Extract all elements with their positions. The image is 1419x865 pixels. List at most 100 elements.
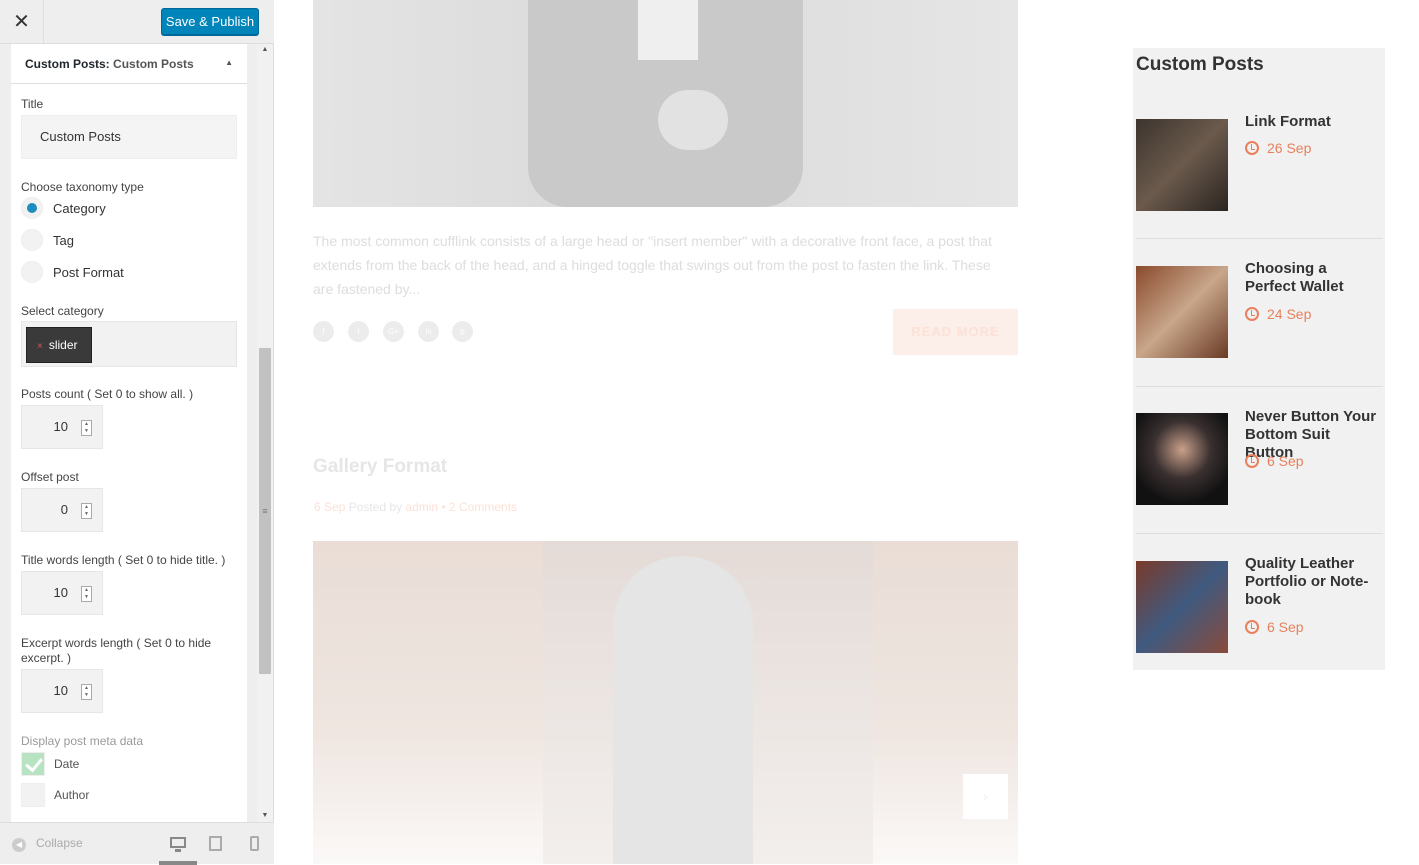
post-author[interactable]: admin — [405, 500, 438, 514]
meta-label: Display post meta data — [21, 734, 144, 748]
customizer-footer: ◀ Collapse — [0, 822, 274, 865]
post-thumbnail[interactable] — [1136, 413, 1228, 505]
radio-post-format-label: Post Format — [53, 265, 124, 280]
custom-posts-widget: Custom Posts Link Format 26 Sep Choosing… — [1133, 48, 1385, 670]
active-device-indicator — [159, 861, 197, 865]
linkedin-icon[interactable]: in — [418, 321, 439, 342]
offset-input[interactable]: 0 ▲ ▼ — [21, 488, 103, 532]
clock-icon — [1245, 620, 1259, 634]
posted-by-label: Posted by — [348, 500, 403, 514]
widget-title: Custom Posts: Custom Posts — [25, 57, 194, 71]
grip-icon: ≡ — [262, 506, 268, 516]
post-date: 6 Sep — [1245, 453, 1304, 469]
clock-icon — [1245, 454, 1259, 468]
list-item: Quality Leather Portfolio or Note-book 6… — [1136, 534, 1383, 682]
twitter-icon[interactable]: t — [348, 321, 369, 342]
stepper-icon[interactable]: ▲ ▼ — [81, 684, 92, 700]
excerpt-words-input[interactable]: 10 ▲ ▼ — [21, 669, 103, 713]
desktop-preview-icon[interactable] — [168, 835, 188, 853]
collapse-arrow-icon: ◀ — [12, 838, 26, 852]
stepper-icon[interactable]: ▲ ▼ — [81, 420, 92, 436]
title-label: Title — [21, 97, 44, 111]
category-select[interactable]: × slider — [21, 321, 237, 367]
posts-count-value: 10 — [53, 419, 68, 434]
widget-title-prefix: Custom Posts: — [25, 57, 110, 71]
customizer-panel: ✕ Save & Publish Custom Posts: Custom Po… — [0, 0, 274, 865]
taxonomy-label: Choose taxonomy type — [21, 180, 144, 194]
widget-heading: Custom Posts — [1136, 54, 1264, 75]
category-chip-label: slider — [48, 338, 78, 352]
google-plus-icon[interactable]: G+ — [383, 321, 404, 342]
checkbox-author[interactable] — [21, 783, 45, 807]
remove-icon[interactable]: × — [37, 341, 43, 352]
scroll-thumb[interactable]: ≡ — [259, 348, 271, 674]
post-date-text: 6 Sep — [1267, 619, 1304, 635]
pinterest-icon[interactable]: p — [452, 321, 473, 342]
radio-tag[interactable] — [21, 229, 43, 251]
scrollbar[interactable]: ▲ ≡ ▼ — [257, 44, 273, 822]
radio-category-label: Category — [53, 201, 106, 216]
post-image-suit — [313, 0, 1018, 207]
post-link[interactable]: Quality Leather Portfolio or Note-book — [1245, 555, 1380, 609]
save-publish-button[interactable]: Save & Publish — [161, 8, 259, 35]
radio-category[interactable] — [21, 197, 43, 219]
collapse-label: Collapse — [36, 836, 83, 850]
post-date: 6 Sep — [1245, 619, 1304, 635]
post-thumbnail[interactable] — [1136, 266, 1228, 358]
post-thumbnail[interactable] — [1136, 119, 1228, 211]
radio-post-format[interactable] — [21, 261, 43, 283]
scroll-down-arrow-icon[interactable]: ▼ — [257, 810, 273, 822]
posts-count-label: Posts count ( Set 0 to show all. ) — [21, 387, 194, 401]
list-item: Never Button Your Bottom Suit Button 6 S… — [1136, 386, 1383, 534]
list-item: Choosing a Perfect Wallet 24 Sep — [1136, 239, 1383, 387]
excerpt-words-label: Excerpt words length ( Set 0 to hide exc… — [21, 636, 212, 665]
title-input[interactable]: Custom Posts — [21, 115, 237, 159]
meta-separator: • — [441, 500, 446, 514]
post-date-text: 6 Sep — [1267, 453, 1304, 469]
post-excerpt: The most common cufflink consists of a l… — [313, 233, 992, 297]
title-words-input[interactable]: 10 ▲ ▼ — [21, 571, 103, 615]
post-link[interactable]: Choosing a Perfect Wallet — [1245, 260, 1380, 296]
widget-controls: Custom Posts: Custom Posts ▲ Title Custo… — [11, 44, 247, 822]
post-date: 24 Sep — [1245, 306, 1311, 322]
clock-icon — [1245, 141, 1259, 155]
read-more-button[interactable]: READ MORE — [893, 309, 1018, 355]
offset-label: Offset post — [21, 470, 79, 484]
post-link[interactable]: Link Format — [1245, 113, 1380, 131]
post-title[interactable]: Gallery Format — [313, 456, 447, 478]
checkbox-author-label: Author — [54, 788, 90, 802]
stepper-icon[interactable]: ▲ ▼ — [81, 503, 92, 519]
offset-value: 0 — [60, 502, 68, 517]
post-gallery-image — [313, 541, 1018, 864]
collapse-arrow-icon[interactable]: ▲ — [225, 58, 233, 67]
post-date-text: 26 Sep — [1267, 140, 1312, 156]
post-comments[interactable]: 2 Comments — [449, 500, 517, 514]
title-words-value: 10 — [53, 585, 68, 600]
excerpt-words-value: 10 — [53, 683, 68, 698]
post-thumbnail[interactable] — [1136, 561, 1228, 653]
scroll-up-arrow-icon[interactable]: ▲ — [257, 44, 273, 56]
clock-icon — [1245, 307, 1259, 321]
collapse-button[interactable]: ◀ Collapse — [12, 836, 83, 852]
posts-count-input[interactable]: 10 ▲ ▼ — [21, 405, 103, 449]
tablet-preview-icon[interactable] — [206, 835, 226, 853]
category-chip[interactable]: × slider — [26, 327, 92, 363]
stepper-icon[interactable]: ▲ ▼ — [81, 586, 92, 602]
chevron-right-icon[interactable]: › — [963, 774, 1008, 819]
post-date-text: 24 Sep — [1267, 306, 1312, 322]
facebook-icon[interactable]: f — [313, 321, 334, 342]
category-label: Select category — [21, 304, 104, 318]
widget-title-name: Custom Posts — [113, 57, 194, 71]
post-date[interactable]: 6 Sep — [314, 500, 345, 514]
widget-header[interactable]: Custom Posts: Custom Posts ▲ — [11, 44, 247, 84]
checkbox-date[interactable] — [21, 752, 45, 776]
radio-tag-label: Tag — [53, 233, 74, 248]
close-button[interactable]: ✕ — [0, 0, 44, 44]
customizer-header: ✕ Save & Publish — [0, 0, 274, 44]
list-item: Link Format 26 Sep — [1136, 91, 1383, 239]
site-preview: The most common cufflink consists of a l… — [274, 0, 1419, 864]
checkbox-date-label: Date — [54, 757, 80, 771]
mobile-preview-icon[interactable] — [246, 835, 266, 853]
title-words-label: Title words length ( Set 0 to hide title… — [21, 553, 226, 567]
post-meta: 6 Sep Posted by admin • 2 Comments — [314, 500, 517, 514]
